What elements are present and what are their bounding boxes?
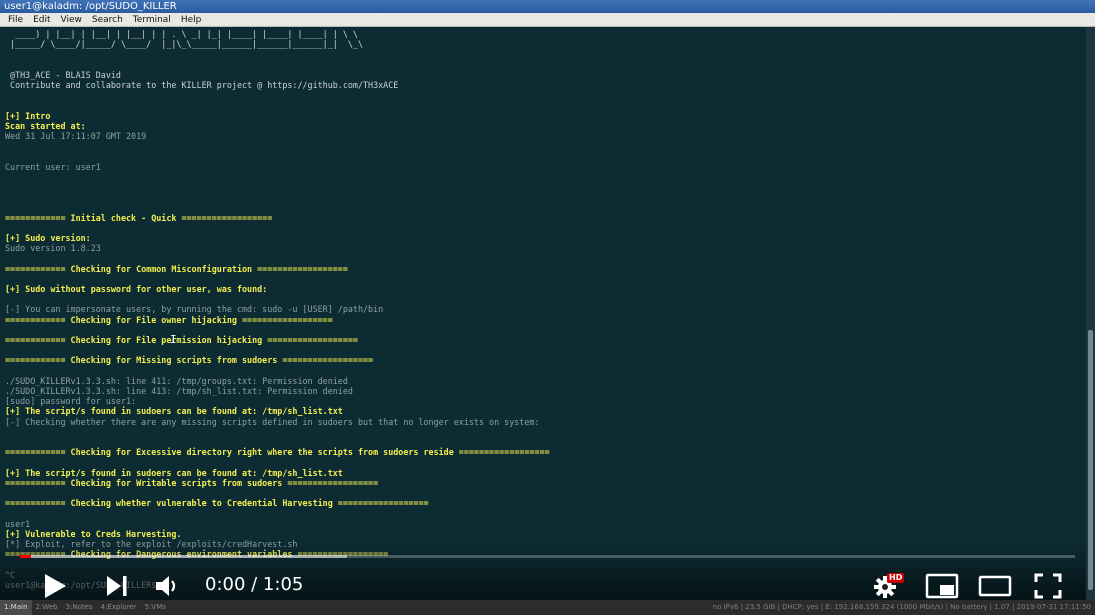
terminal-line: @TH3_ACE - BLAIS David — [5, 69, 121, 80]
terminal-line: Current user: user1 — [5, 161, 101, 172]
fullscreen-icon[interactable] — [1034, 573, 1062, 599]
window-title: user1@kaladm: /opt/SUDO_KILLER — [0, 0, 1095, 13]
menu-view[interactable]: View — [56, 13, 87, 27]
menu-edit[interactable]: Edit — [28, 13, 55, 27]
theater-mode-icon[interactable] — [978, 575, 1012, 597]
terminal-line: Wed 31 Jul 17:11:07 GMT 2019 — [5, 131, 147, 141]
system-status: no IPv6 | 23.5 GiB | DHCP: yes | E: 192.… — [712, 603, 1091, 611]
terminal-line: ./SUDO_KILLERv1.3.3.sh: line 413: /tmp/s… — [5, 386, 353, 396]
terminal-line: [-] You can impersonate users, by runnin… — [5, 304, 384, 315]
text-cursor-icon: I — [170, 333, 177, 346]
terminal-line: [sudo] password for user1: — [5, 396, 137, 407]
terminal-line: [+] Intro — [5, 110, 51, 121]
terminal-line: ============ Checking for Excessive dire… — [5, 447, 550, 458]
workspace-vms[interactable]: 5:VMs — [141, 600, 170, 615]
next-icon[interactable] — [105, 575, 129, 597]
terminal-line: [+] Sudo version: — [5, 233, 91, 243]
terminal-line: [+] The script/s found in sudoers can be… — [5, 406, 343, 417]
terminal-line: ============ Checking for File owner hij… — [5, 314, 333, 325]
volume-icon[interactable] — [155, 573, 181, 599]
workspace-main[interactable]: 1:Main — [0, 600, 32, 615]
terminal-line: [+] The script/s found in sudoers can be… — [5, 467, 343, 478]
terminal-line: Contribute and collaborate to the KILLER… — [5, 80, 399, 90]
terminal-line: ============ Checking whether vulnerable… — [5, 498, 429, 509]
terminal-line: ============ Checking for Common Misconf… — [5, 263, 348, 274]
terminal-line: ============ Checking for Writable scrip… — [5, 477, 379, 488]
terminal-line: |_____/ \____/|_____/ \____/ |_|\_\_____… — [5, 39, 363, 50]
workspace-explorer[interactable]: 4:Explorer — [97, 600, 141, 615]
menu-file[interactable]: File — [0, 13, 28, 27]
menu-search[interactable]: Search — [87, 13, 128, 27]
workspace-web[interactable]: 2:Web — [32, 600, 62, 615]
terminal-line: Scan started at: — [5, 120, 86, 131]
terminal-line: ============ Checking for File permissio… — [5, 335, 358, 345]
menu-bar: File Edit View Search Terminal Help — [0, 13, 1095, 27]
terminal-line: [+] Vulnerable to Creds Harvesting. — [5, 528, 182, 539]
terminal-line: Sudo version 1.8.23 — [5, 243, 101, 254]
progress-loaded — [20, 555, 348, 558]
progress-played — [20, 555, 31, 558]
scrollbar-thumb[interactable] — [1088, 330, 1093, 590]
terminal-line: [+] Sudo without password for other user… — [5, 284, 268, 294]
terminal-line: ./SUDO_KILLERv1.3.3.sh: line 411: /tmp/g… — [5, 375, 348, 386]
terminal-output[interactable]: ____) | |__| | |__| | |__| | | . \ _| |_… — [0, 27, 1086, 600]
terminal-line: ============ Initial check - Quick =====… — [5, 212, 273, 223]
hd-badge: HD — [887, 573, 905, 583]
terminal-line: user1 — [5, 518, 31, 529]
menu-help[interactable]: Help — [176, 13, 207, 27]
menu-terminal[interactable]: Terminal — [128, 13, 176, 27]
terminal-line: ____) | |__| | |__| | |__| | | . \ _| |_… — [5, 29, 358, 39]
terminal-line: ============ Checking for Missing script… — [5, 355, 374, 366]
taskbar: 1:Main 2:Web 3:Notes 4:Explorer 5:VMs no IPv… — [0, 600, 1095, 615]
time-display: 0:00 / 1:05 — [205, 574, 304, 595]
play-icon[interactable] — [42, 572, 68, 600]
workspace-notes[interactable]: 3:Notes — [62, 600, 97, 615]
miniplayer-icon[interactable] — [925, 573, 959, 599]
terminal-line: [-] Checking whether there are any missi… — [5, 416, 540, 427]
